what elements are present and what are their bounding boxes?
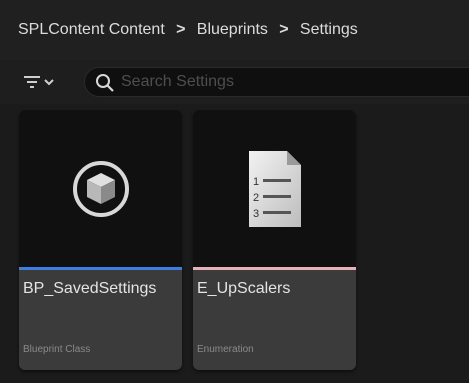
search-box[interactable] [84,67,469,97]
toolbar [0,60,469,104]
asset-type-color-bar [19,267,182,270]
asset-thumbnail: 1 2 3 [193,110,356,267]
svg-text:3: 3 [253,208,259,220]
breadcrumb-item-settings[interactable]: Settings [300,21,358,39]
enum-list-document-icon: 1 2 3 [248,150,301,227]
breadcrumb-item-blueprints[interactable]: Blueprints [197,21,268,39]
asset-type: Enumeration [197,344,254,355]
asset-name: BP_SavedSettings [23,280,157,297]
svg-text:1: 1 [253,176,259,188]
asset-tile-bp-savedsettings[interactable]: BP_SavedSettings Blueprint Class [19,110,182,370]
asset-name: E_UpScalers [197,280,291,297]
asset-type: Blueprint Class [23,344,91,355]
svg-text:2: 2 [253,192,259,204]
breadcrumb-separator[interactable]: > [268,21,300,39]
search-icon [96,74,114,92]
asset-type-color-bar [193,267,356,270]
filter-button[interactable] [22,70,62,94]
breadcrumb: SPLContent Content > Blueprints > Settin… [0,0,469,60]
asset-thumbnail [19,110,182,267]
blueprint-cube-icon [72,160,129,217]
asset-grid: BP_SavedSettings Blueprint Class 1 2 3 E… [0,104,469,383]
search-input[interactable] [121,68,461,96]
filter-lines-icon [24,76,54,88]
breadcrumb-separator[interactable]: > [165,21,197,39]
breadcrumb-item-content[interactable]: SPLContent Content [18,21,165,39]
asset-tile-e-upscalers[interactable]: 1 2 3 E_UpScalers Enumeration [193,110,356,370]
